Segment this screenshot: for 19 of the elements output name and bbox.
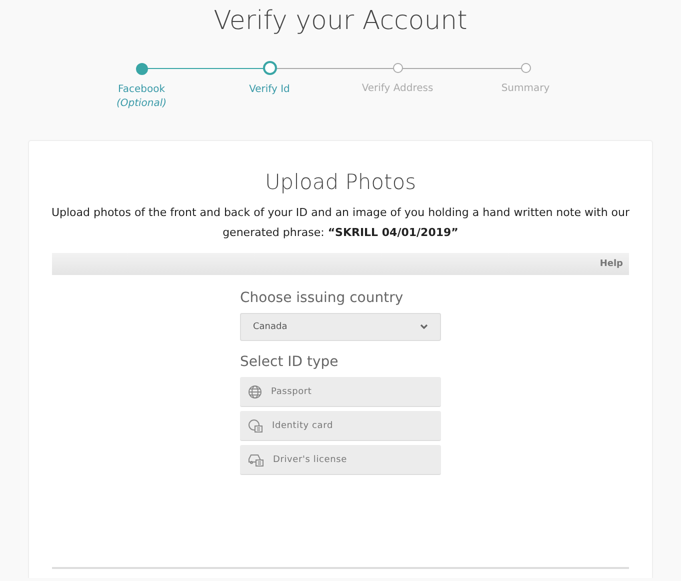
id-type-option[interactable]: Identity card	[240, 411, 441, 441]
step-label[interactable]: Verify Address	[362, 83, 434, 95]
step-label[interactable]: Verify Id	[249, 84, 290, 96]
field-label: Choose issuing country	[240, 289, 404, 307]
page-title: Verify your Account	[212, 5, 468, 38]
country-select[interactable]: Canada	[240, 313, 441, 341]
step-note: (Optional)	[116, 97, 167, 111]
id-card-icon	[248, 418, 263, 432]
card-title: Upload Photos	[264, 169, 418, 195]
id-type-option[interactable]: Passport	[240, 377, 441, 407]
step-label[interactable]: Summary	[501, 83, 550, 95]
chevron-down-icon	[420, 324, 428, 330]
id-type-option[interactable]: Driver's license	[240, 445, 441, 475]
step-label[interactable]: Facebook	[118, 84, 165, 96]
globe-icon	[248, 384, 262, 398]
instructions-text: Upload photos of the front and back of your ID and an image of you holding a hand written note with our generated phrase: “SKRILL 04/01/2019”	[50, 205, 631, 241]
car-card-icon	[248, 452, 264, 466]
field-label: Select ID type	[240, 353, 340, 371]
help-link[interactable]: Help	[600, 259, 623, 269]
